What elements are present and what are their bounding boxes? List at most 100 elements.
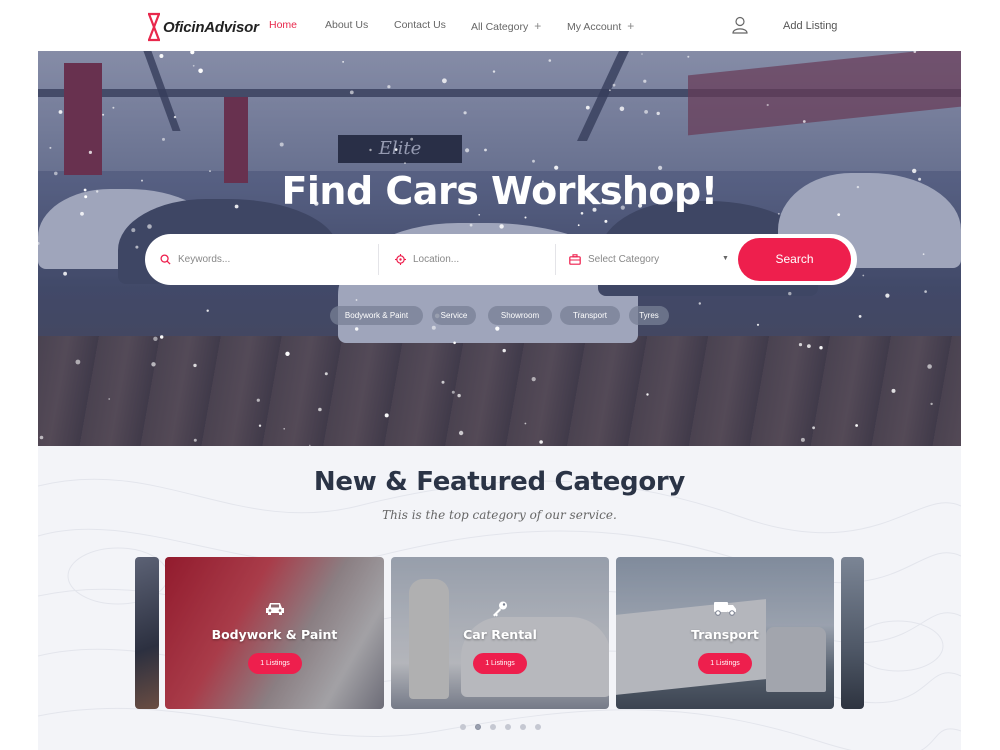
hourglass-logo-icon	[147, 12, 161, 42]
category-card-bodywork-paint[interactable]: Bodywork & Paint 1 Listings	[165, 557, 384, 709]
pagination-dot[interactable]	[519, 724, 526, 730]
snow-particle	[585, 105, 590, 110]
snow-particle	[698, 302, 701, 305]
snow-particle	[192, 64, 195, 67]
snow-particle	[190, 51, 195, 55]
snow-particle	[394, 148, 398, 151]
snow-particle	[283, 428, 285, 430]
snow-particle	[798, 343, 803, 347]
carousel-pagination	[38, 724, 961, 732]
snow-particle	[885, 293, 890, 298]
hero-banner: Elite Find Cars Workshop! Keywords... Lo…	[38, 51, 961, 446]
nav-all-category[interactable]: All Category +	[471, 19, 541, 33]
tag-chip[interactable]: Transport	[560, 306, 620, 325]
card-icon-wrap	[391, 600, 609, 623]
nav-about-us[interactable]: About Us	[325, 19, 368, 31]
listings-count-button[interactable]: 1 Listings	[698, 653, 752, 674]
top-navigation: OficinAdvisor Home About Us Contact Us A…	[0, 0, 1000, 50]
snow-particle	[453, 341, 456, 345]
category-select[interactable]: Select Category	[569, 234, 729, 285]
snow-particle	[458, 430, 464, 436]
tag-chip[interactable]: Service	[432, 306, 476, 325]
hero-title: Find Cars Workshop!	[281, 169, 718, 213]
snow-particle	[788, 291, 792, 296]
search-button[interactable]: Search	[738, 238, 851, 281]
plus-icon: +	[627, 19, 635, 33]
card-icon-wrap	[165, 600, 384, 621]
snow-particle	[451, 390, 455, 394]
pagination-dot[interactable]	[489, 724, 496, 730]
keywords-placeholder: Keywords...	[178, 254, 231, 265]
pagination-dot[interactable]	[474, 724, 481, 730]
snow-particle	[548, 59, 552, 62]
snow-particle	[922, 253, 925, 256]
keywords-input[interactable]: Keywords...	[160, 234, 370, 285]
card-image	[135, 557, 159, 709]
site-logo[interactable]: OficinAdvisor	[146, 12, 259, 42]
location-input[interactable]: Location...	[395, 234, 545, 285]
user-icon[interactable]	[732, 16, 748, 34]
snow-particle	[258, 424, 262, 427]
snow-particle	[153, 336, 158, 341]
snow-particle	[492, 70, 496, 73]
tag-chip[interactable]: Tyres	[629, 306, 669, 325]
category-card-partial[interactable]	[841, 557, 864, 709]
snow-particle	[646, 393, 649, 396]
nav-contact-us[interactable]: Contact Us	[394, 19, 446, 31]
field-divider	[378, 244, 379, 275]
snow-particle	[532, 159, 535, 163]
category-selected-value: Select Category	[588, 254, 660, 265]
snow-particle	[687, 55, 690, 58]
snow-particle	[108, 398, 111, 400]
briefcase-icon	[569, 254, 581, 265]
nav-my-account[interactable]: My Account +	[567, 19, 634, 33]
category-card-partial[interactable]	[135, 557, 159, 709]
snow-particle	[431, 325, 436, 330]
snow-particle	[524, 216, 527, 219]
snow-particle	[619, 106, 625, 112]
snow-particle	[807, 344, 811, 348]
listings-count-button[interactable]: 1 Listings	[248, 653, 302, 674]
car-icon	[265, 603, 284, 615]
category-card-car-rental[interactable]: Car Rental 1 Listings	[391, 557, 609, 709]
add-listing-link[interactable]: Add Listing	[783, 20, 837, 32]
category-card-transport[interactable]: Transport 1 Listings	[616, 557, 834, 709]
logo-text: OficinAdvisor	[163, 18, 259, 36]
nav-home[interactable]: Home	[269, 19, 297, 31]
snow-particle	[279, 142, 284, 147]
tag-chip[interactable]: Showroom	[488, 306, 552, 325]
listings-count-button[interactable]: 1 Listings	[473, 653, 527, 674]
snow-particle	[644, 110, 648, 114]
snow-particle	[777, 212, 780, 215]
snow-particle	[531, 377, 536, 382]
snow-particle	[342, 61, 344, 63]
tag-chip[interactable]: Bodywork & Paint	[330, 306, 423, 325]
section-title: New & Featured Category	[313, 467, 686, 497]
snow-particle	[612, 83, 616, 87]
snow-particle	[524, 422, 527, 425]
snow-particle	[162, 137, 165, 141]
pagination-dot[interactable]	[504, 724, 511, 730]
key-icon	[493, 601, 507, 617]
snow-particle	[858, 315, 862, 318]
snow-particle	[756, 323, 760, 326]
snow-particle	[112, 106, 115, 109]
card-icon-wrap	[616, 600, 834, 621]
snow-particle	[495, 326, 500, 331]
section-subtitle: This is the top category of our service.	[382, 508, 617, 522]
snow-particle	[862, 274, 865, 277]
snow-particle	[484, 148, 487, 152]
snow-particle	[58, 110, 63, 114]
pagination-dot[interactable]	[459, 724, 466, 730]
snow-particle	[160, 335, 164, 339]
snow-particle	[49, 146, 52, 149]
snow-particle	[855, 424, 858, 427]
snow-particle	[63, 271, 67, 276]
snow-particle	[355, 327, 359, 331]
snow-particle	[173, 115, 177, 119]
pagination-dot[interactable]	[534, 724, 541, 730]
snow-particle	[285, 351, 290, 356]
snow-particle	[656, 111, 660, 116]
chevron-down-icon[interactable]: ▼	[722, 255, 729, 262]
snow-particle	[930, 402, 933, 406]
